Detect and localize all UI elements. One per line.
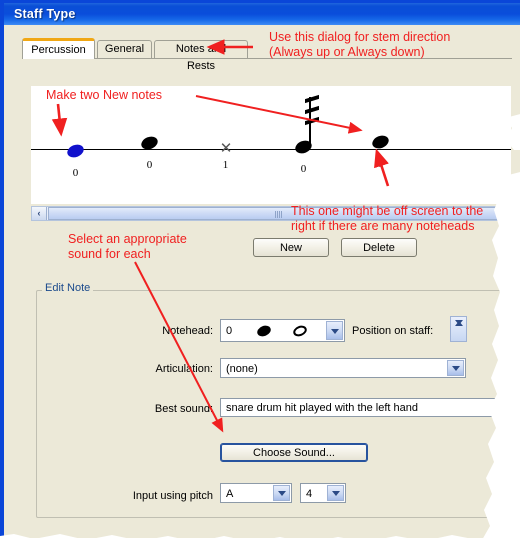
tab-notes-and-rests[interactable]: Notes and Rests bbox=[154, 40, 248, 72]
articulation-combobox-arrow-icon[interactable] bbox=[447, 360, 464, 376]
notehead-number-3: 1 bbox=[222, 159, 229, 171]
delete-button-label: Delete bbox=[363, 242, 395, 254]
dialog-title: Staff Type bbox=[14, 7, 76, 21]
notehead-number-1: 0 bbox=[72, 167, 79, 179]
pitch-octave-arrow-icon[interactable] bbox=[327, 485, 344, 501]
notehead-item-2[interactable]: 0 bbox=[139, 134, 160, 171]
position-on-staff-label: Position on staff: bbox=[352, 325, 434, 337]
notehead-option-hollow-icon bbox=[291, 323, 309, 339]
scrollbar-grip-icon bbox=[274, 211, 283, 218]
notehead-number-5: 0 bbox=[377, 158, 384, 170]
note-flag-1-icon bbox=[305, 94, 319, 104]
notehead-preview-pane[interactable]: 0 0 ✕ 1 0 0 bbox=[31, 86, 511, 204]
new-button[interactable]: New bbox=[253, 238, 329, 257]
pitch-letter-arrow-icon[interactable] bbox=[273, 485, 290, 501]
ann-select-sound: Select an appropriate sound for each bbox=[68, 232, 187, 261]
notehead-glyph-blue bbox=[65, 142, 86, 160]
notehead-item-5[interactable]: 0 bbox=[370, 133, 391, 170]
ann-off-screen-right: This one might be off screen to the righ… bbox=[291, 204, 484, 233]
articulation-label: Articulation: bbox=[155, 363, 213, 375]
notehead-item-1[interactable]: 0 bbox=[65, 142, 86, 179]
tab-percussion-label: Percussion bbox=[31, 44, 86, 56]
ann-stem-direction: Use this dialog for stem direction (Alwa… bbox=[269, 30, 451, 59]
notehead-number-2: 0 bbox=[146, 159, 153, 171]
tab-general[interactable]: General bbox=[97, 40, 152, 58]
pitch-octave-combobox[interactable]: 4 bbox=[300, 483, 346, 503]
edit-note-group-title: Edit Note bbox=[42, 282, 94, 294]
choose-sound-button[interactable]: Choose Sound... bbox=[220, 443, 368, 462]
pitch-letter-combobox[interactable]: A bbox=[220, 483, 292, 503]
best-sound-label: Best sound: bbox=[154, 403, 213, 415]
choose-sound-button-label: Choose Sound... bbox=[253, 447, 335, 459]
new-button-label: New bbox=[279, 242, 302, 254]
notehead-combobox[interactable]: 0 bbox=[220, 319, 345, 342]
staff-line bbox=[31, 149, 511, 150]
note-flag-2-icon bbox=[305, 105, 319, 115]
notehead-item-4[interactable]: 0 bbox=[293, 94, 319, 175]
notehead-combobox-arrow-icon[interactable] bbox=[326, 321, 343, 340]
articulation-combobox[interactable]: (none) bbox=[220, 358, 466, 378]
ann-make-two-new-notes: Make two New notes bbox=[46, 88, 163, 102]
input-using-pitch-label: Input using pitch bbox=[132, 490, 213, 502]
best-sound-field[interactable]: snare drum hit played with the left hand bbox=[220, 398, 520, 417]
tab-general-label: General bbox=[104, 43, 145, 55]
position-on-staff-spinner[interactable] bbox=[450, 316, 467, 342]
staff-type-dialog: Staff Type Percussion General Notes and … bbox=[0, 0, 520, 538]
notehead-combobox-value: 0 bbox=[226, 325, 233, 337]
pitch-octave-value: 4 bbox=[306, 488, 313, 500]
x-notehead-icon: ✕ bbox=[219, 140, 233, 157]
spinner-down-icon[interactable] bbox=[451, 317, 466, 329]
articulation-combobox-value: (none) bbox=[226, 363, 258, 375]
scroll-left-arrow-icon[interactable]: ‹ bbox=[32, 207, 47, 220]
tab-percussion[interactable]: Percussion bbox=[22, 38, 95, 59]
screenshot-root: Staff Type Percussion General Notes and … bbox=[0, 0, 528, 550]
note-flag-3-icon bbox=[305, 116, 319, 126]
best-sound-value: snare drum hit played with the left hand bbox=[226, 402, 419, 414]
dialog-client-area: Percussion General Notes and Rests 0 0 ✕… bbox=[8, 28, 520, 538]
notehead-option-filled-icon bbox=[255, 323, 273, 339]
dialog-titlebar[interactable]: Staff Type bbox=[4, 3, 520, 25]
delete-button[interactable]: Delete bbox=[341, 238, 417, 257]
notehead-number-4: 0 bbox=[300, 163, 307, 175]
pitch-letter-value: A bbox=[226, 488, 234, 500]
notehead-label: Notehead: bbox=[162, 325, 213, 337]
